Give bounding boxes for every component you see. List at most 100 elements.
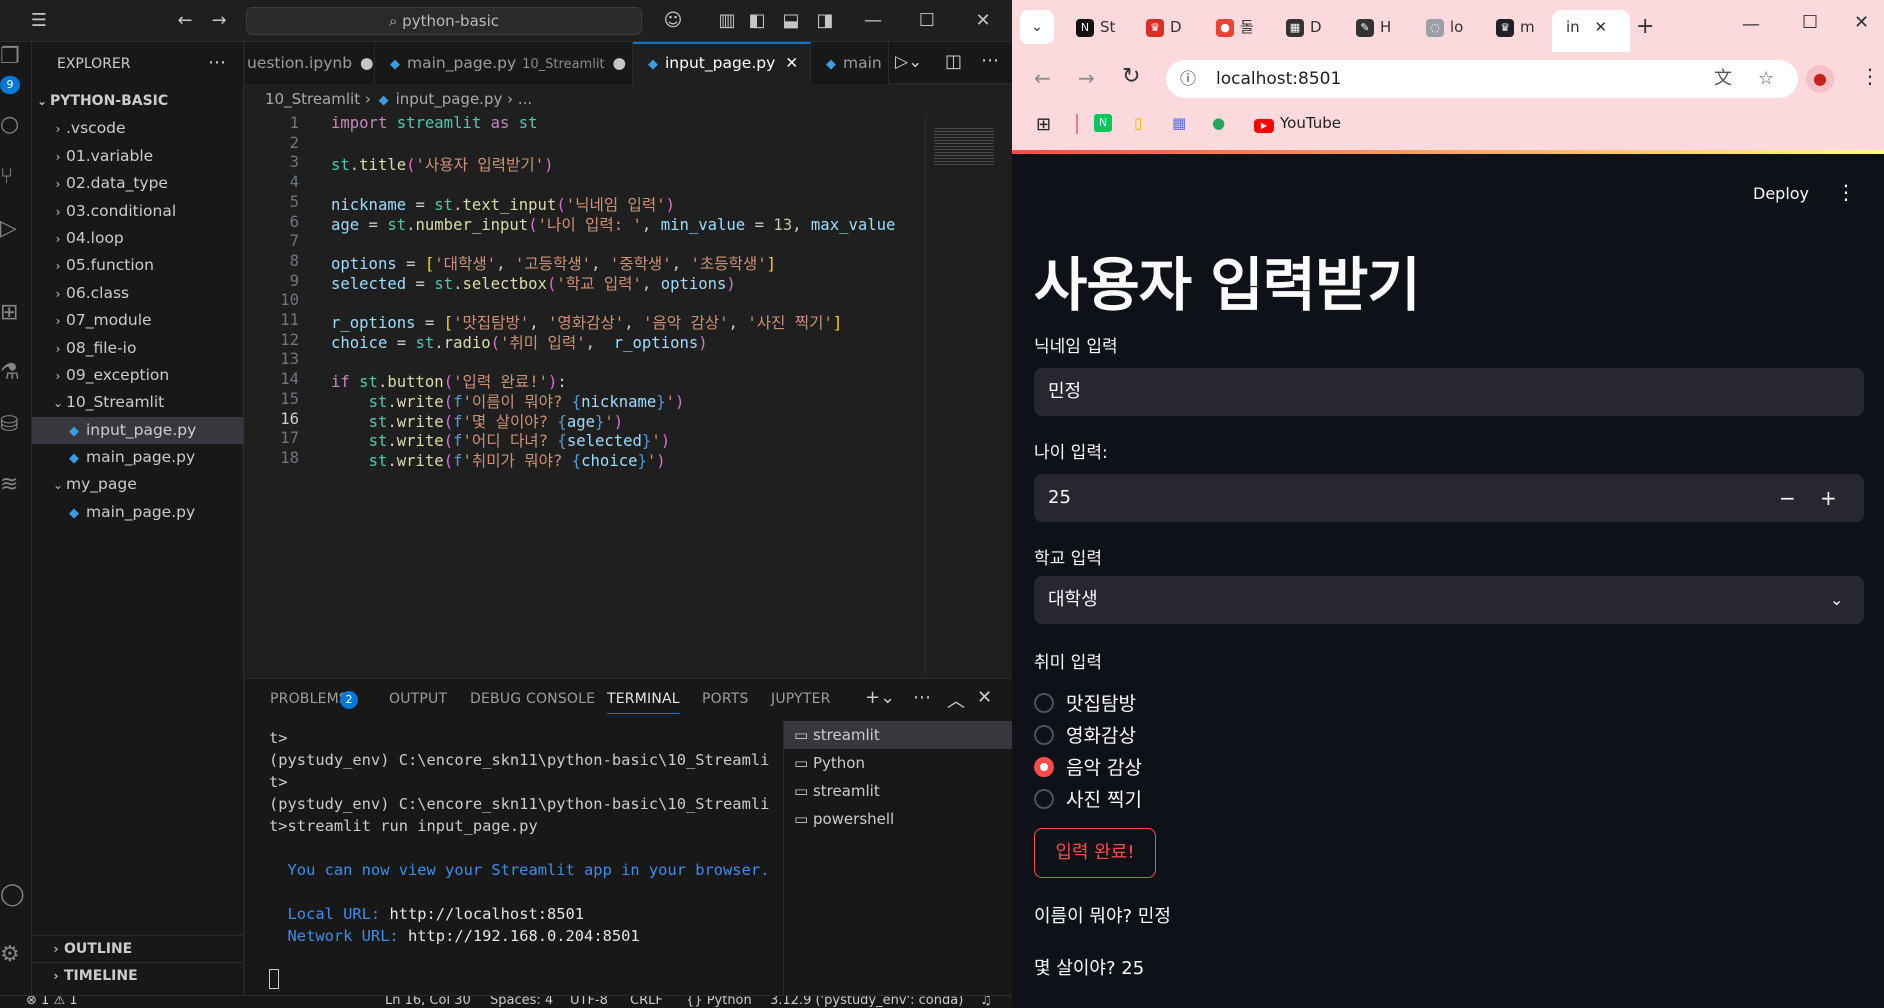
code-line[interactable]: st.write(f'몇 살이야? {age}') <box>331 410 624 432</box>
breadcrumb-folder[interactable]: 10_Streamlit <box>265 90 360 108</box>
split-editor-icon[interactable]: ◫ <box>945 51 962 72</box>
maximize-panel-icon[interactable]: ︿ <box>947 687 965 713</box>
browser-tab[interactable]: ✎ H <box>1342 10 1408 44</box>
youtube-bookmark[interactable]: ▶ YouTube <box>1254 114 1341 133</box>
minimize-icon[interactable]: — <box>860 8 886 34</box>
address-bar[interactable]: ⓘ localhost:8501 文 ☆ <box>1166 60 1798 98</box>
code-line[interactable]: r_options = ['맛집탐방', '영화감상', '음악 감상', '사… <box>331 311 842 333</box>
code-line[interactable]: age = st.number_input('나이 입력: ', min_val… <box>331 213 895 235</box>
tab-search-icon[interactable]: ⌄ <box>1020 10 1054 44</box>
hobby-radio-option[interactable]: 음악 감상 <box>1034 754 1142 782</box>
code-line[interactable]: nickname = st.text_input('닉네임 입력') <box>331 193 675 215</box>
database-icon[interactable]: ⛁ <box>0 412 32 452</box>
workspace-root[interactable]: ⌄ PYTHON-BASIC <box>32 88 244 115</box>
chrome-menu-icon[interactable]: ⋮ <box>1860 64 1880 88</box>
settings-gear-icon[interactable]: ⚙ <box>0 942 32 982</box>
back-arrow-icon[interactable]: ← <box>1034 66 1051 90</box>
tab-ports[interactable]: PORTS <box>702 691 749 707</box>
folder-item[interactable]: › 01.variable <box>32 143 244 170</box>
file-item[interactable]: ◆ main_page.py <box>32 444 244 471</box>
interpreter[interactable]: 3.12.9 ('pystudy_env': conda) <box>770 996 963 1008</box>
code-line[interactable]: choice = st.radio('취미 입력', r_options) <box>331 331 708 353</box>
menu-icon[interactable]: ☰ <box>26 8 52 34</box>
tab-question-ipynb[interactable]: uestion.ipynb ● <box>245 42 375 84</box>
deploy-button[interactable]: Deploy <box>1753 184 1809 203</box>
problems-status[interactable]: ⊗ 1 ⚠ 1 <box>26 996 78 1008</box>
tab-terminal[interactable]: TERMINAL <box>607 691 680 714</box>
testing-icon[interactable]: ⚗ <box>0 360 32 400</box>
browser-tab[interactable]: ◌ lo <box>1412 10 1478 44</box>
maximize-icon[interactable]: ☐ <box>914 8 940 34</box>
radio-circle[interactable] <box>1034 724 1054 745</box>
browser-tab[interactable]: ▦ D <box>1272 10 1338 44</box>
file-item[interactable]: ◆ input_page.py <box>32 416 244 445</box>
radio-circle[interactable] <box>1034 788 1054 809</box>
bookmark-icon[interactable]: ▯ <box>1134 114 1142 132</box>
terminal-instance[interactable]: ▭ streamlit <box>784 777 1012 805</box>
terminal-instance[interactable]: ▭ Python <box>784 749 1012 777</box>
radio-circle[interactable] <box>1034 692 1054 713</box>
code-line[interactable]: st.write(f'이름이 뭐야? {nickname}') <box>331 390 685 412</box>
layers-icon[interactable]: ≋ <box>0 472 32 512</box>
folder-item[interactable]: › .vscode <box>32 115 244 142</box>
close-panel-icon[interactable]: ✕ <box>977 687 992 708</box>
main-menu-icon[interactable]: ⋮ <box>1836 180 1856 204</box>
nickname-input[interactable]: 민정 <box>1034 368 1864 416</box>
browser-tab[interactable]: ♛ m <box>1482 10 1548 44</box>
tab-input-page[interactable]: ◆ input_page.py ✕ <box>633 42 811 84</box>
folder-item[interactable]: › 03.conditional <box>32 198 244 225</box>
more-panel-actions-icon[interactable]: ⋯ <box>913 687 931 708</box>
new-tab-icon[interactable]: + <box>1636 14 1654 39</box>
code-line[interactable]: st.write(f'어디 다녀? {selected}') <box>331 429 671 451</box>
code-line[interactable]: st.title('사용자 입력받기') <box>331 153 554 175</box>
toggle-panel-icon[interactable]: ⬓ <box>778 8 804 34</box>
account-icon[interactable]: ◯ <box>0 882 32 922</box>
breadcrumb-symbol[interactable]: ... <box>518 90 532 108</box>
tab-jupyter[interactable]: JUPYTER <box>771 691 831 707</box>
radio-circle[interactable] <box>1034 756 1054 777</box>
apps-grid-icon[interactable]: ⊞ <box>1036 114 1051 135</box>
more-editor-actions-icon[interactable]: ⋯ <box>981 50 999 71</box>
bookmark-icon[interactable]: ▦ <box>1172 114 1186 132</box>
increment-button[interactable]: + <box>1820 474 1837 522</box>
folder-item[interactable]: › 06.class <box>32 280 244 307</box>
minimize-icon[interactable]: — <box>1742 14 1760 35</box>
minimap[interactable] <box>925 114 1012 674</box>
browser-tab[interactable]: N St <box>1062 10 1128 44</box>
notifications-bell-icon[interactable]: ♫ <box>980 996 992 1008</box>
language-mode[interactable]: {} Python <box>686 996 752 1008</box>
tab-main-page[interactable]: ◆ main_page.py 10_Streamlit ● <box>375 42 633 84</box>
close-tab-icon[interactable]: ✕ <box>1590 18 1607 36</box>
toggle-secondary-sidebar-icon[interactable]: ◨ <box>812 8 838 34</box>
url-link[interactable]: http://localhost:8501 <box>380 905 584 923</box>
folder-item[interactable]: › 09_exception <box>32 362 244 389</box>
indentation[interactable]: Spaces: 4 <box>490 996 553 1008</box>
folder-item[interactable]: › 08_file-io <box>32 335 244 362</box>
tab-output[interactable]: OUTPUT <box>389 691 447 707</box>
site-info-icon[interactable]: ⓘ <box>1180 60 1196 98</box>
folder-item[interactable]: › 05.function <box>32 252 244 279</box>
tab-debug-console[interactable]: DEBUG CONSOLE <box>470 691 595 707</box>
terminal-instance[interactable]: ▭ powershell <box>784 805 1012 833</box>
hobby-radio-option[interactable]: 맛집탐방 <box>1034 690 1136 718</box>
copilot-icon[interactable]: ☺ <box>660 8 686 34</box>
profile-avatar[interactable]: ● <box>1806 65 1834 93</box>
terminal-instance[interactable]: ▭ streamlit <box>784 721 1012 749</box>
browser-tab-active[interactable]: in ✕ <box>1552 10 1630 52</box>
encoding[interactable]: UTF-8 <box>570 996 608 1008</box>
run-debug-icon[interactable]: ▷ <box>0 216 32 256</box>
cursor-position[interactable]: Ln 16, Col 30 <box>385 996 471 1008</box>
source-control-icon[interactable]: ⑂ <box>0 164 32 204</box>
code-line[interactable]: import streamlit as st <box>331 114 538 132</box>
bookmark-icon[interactable]: ● <box>1212 114 1225 132</box>
back-arrow-icon[interactable]: ← <box>172 8 198 34</box>
folder-item[interactable]: ⌄ my_page <box>32 471 244 498</box>
folder-item[interactable]: › 07_module <box>32 307 244 334</box>
outline-section[interactable]: › OUTLINE <box>32 935 244 961</box>
browser-tab[interactable]: ♛ D <box>1132 10 1198 44</box>
terminal-output[interactable]: t> (pystudy_env) C:\encore_skn11\python-b… <box>269 729 809 949</box>
extensions-icon[interactable]: ⊞ <box>0 300 32 340</box>
run-python-icon[interactable]: ▷⌄ <box>895 52 922 72</box>
timeline-section[interactable]: › TIMELINE <box>32 962 244 988</box>
more-actions-icon[interactable]: ⋯ <box>208 52 226 73</box>
